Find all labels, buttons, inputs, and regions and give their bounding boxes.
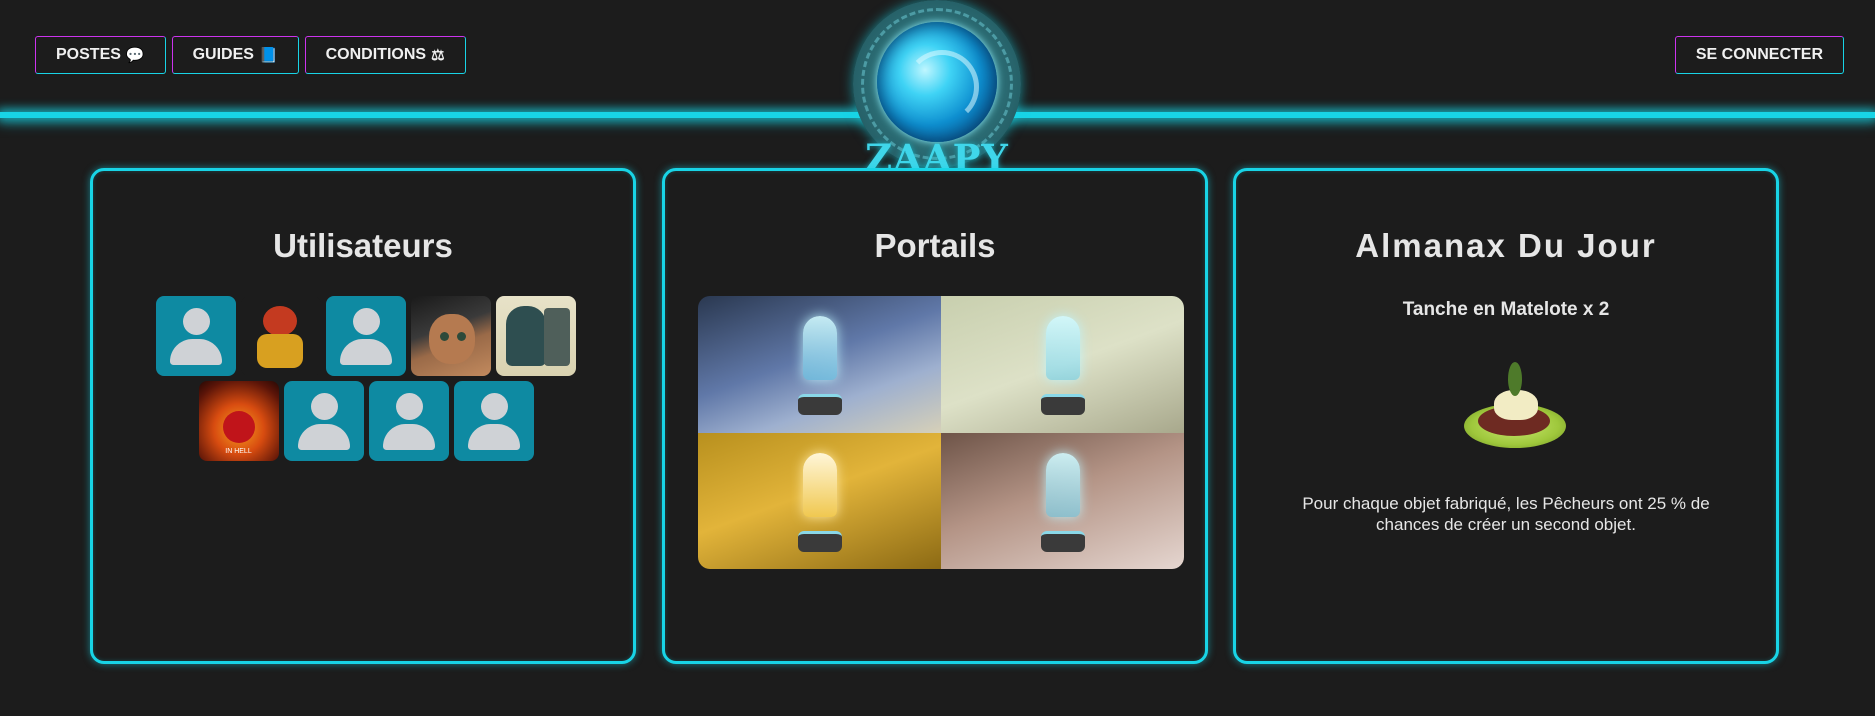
avatar[interactable] [368,381,449,461]
user-icon-head [480,393,508,420]
avatar-shape [263,306,297,336]
almanax-card: Almanax Du Jour Tanche en Matelote x 2 P… [1233,168,1779,664]
portal-base [797,394,842,416]
almanax-item-name: Tanche en Matelote x 2 [1402,299,1610,320]
avatar[interactable] [241,296,321,376]
portal-core [877,22,997,142]
avatar-shape [506,306,546,366]
main-nav: POSTES 💬 GUIDES 📘 CONDITIONS ⚖ [35,36,466,74]
conditions-button[interactable]: CONDITIONS ⚖ [304,36,466,74]
user-icon-body [170,339,222,365]
avatar[interactable] [411,296,491,376]
portal-base [1040,394,1085,416]
avatar-shape [544,308,570,366]
posts-button[interactable]: POSTES 💬 [35,36,166,74]
portal-base [1040,530,1085,552]
login-button[interactable]: SE CONNECTER [1674,36,1844,74]
portal-beam [1045,452,1080,517]
almanax-bonus-text: Pour chaque objet fabriqué, les Pêcheurs… [1302,494,1710,534]
portal-base [797,530,842,552]
dish-herb [1508,362,1522,396]
avatar[interactable] [453,381,534,461]
avatar[interactable] [156,296,236,376]
user-icon-body [297,424,350,450]
portal-beam [802,316,837,381]
book-icon: 📘 [258,47,278,64]
portal-image [941,296,1184,433]
user-icon-body [467,424,520,450]
avatar-shape [429,314,475,364]
portals-card: Portails [662,168,1208,664]
portal-grid[interactable] [698,296,1184,569]
guides-button[interactable]: GUIDES 📘 [171,36,299,74]
users-grid: IN HELL [153,296,579,461]
avatar[interactable] [326,296,406,376]
user-icon-head [183,308,210,335]
portal-beam [1045,316,1080,381]
users-card: Utilisateurs IN HELL [90,168,636,664]
avatar-shape [440,332,449,341]
avatar-shape [222,411,255,443]
posts-label: POSTES [56,46,121,63]
scale-icon: ⚖ [431,47,445,64]
portal-swirl [905,50,979,124]
user-icon-body [340,339,392,365]
users-title: Utilisateurs [273,227,453,264]
user-icon-head [395,393,423,420]
dish-icon [1460,356,1570,456]
user-icon-head [310,393,338,420]
avatar[interactable] [283,381,364,461]
portals-title: Portails [874,227,996,264]
almanax-title: Almanax Du Jour [1355,227,1657,264]
portal-image [698,432,941,569]
user-icon-body [382,424,435,450]
portal-beam [802,452,837,517]
portal-image [698,296,941,433]
avatar[interactable] [496,296,576,376]
avatar-caption: IN HELL [225,448,252,455]
avatar-shape [257,334,303,368]
avatar[interactable]: IN HELL [198,381,279,461]
header: POSTES 💬 GUIDES 📘 CONDITIONS ⚖ SE CONNEC… [0,0,1875,180]
logo[interactable]: ZAAPY [853,0,1021,180]
conditions-label: CONDITIONS [325,46,427,63]
avatar-shape [457,332,466,341]
user-icon-head [353,308,380,335]
comments-icon: 💬 [125,47,145,64]
portal-image [941,432,1184,569]
guides-label: GUIDES [192,46,254,63]
